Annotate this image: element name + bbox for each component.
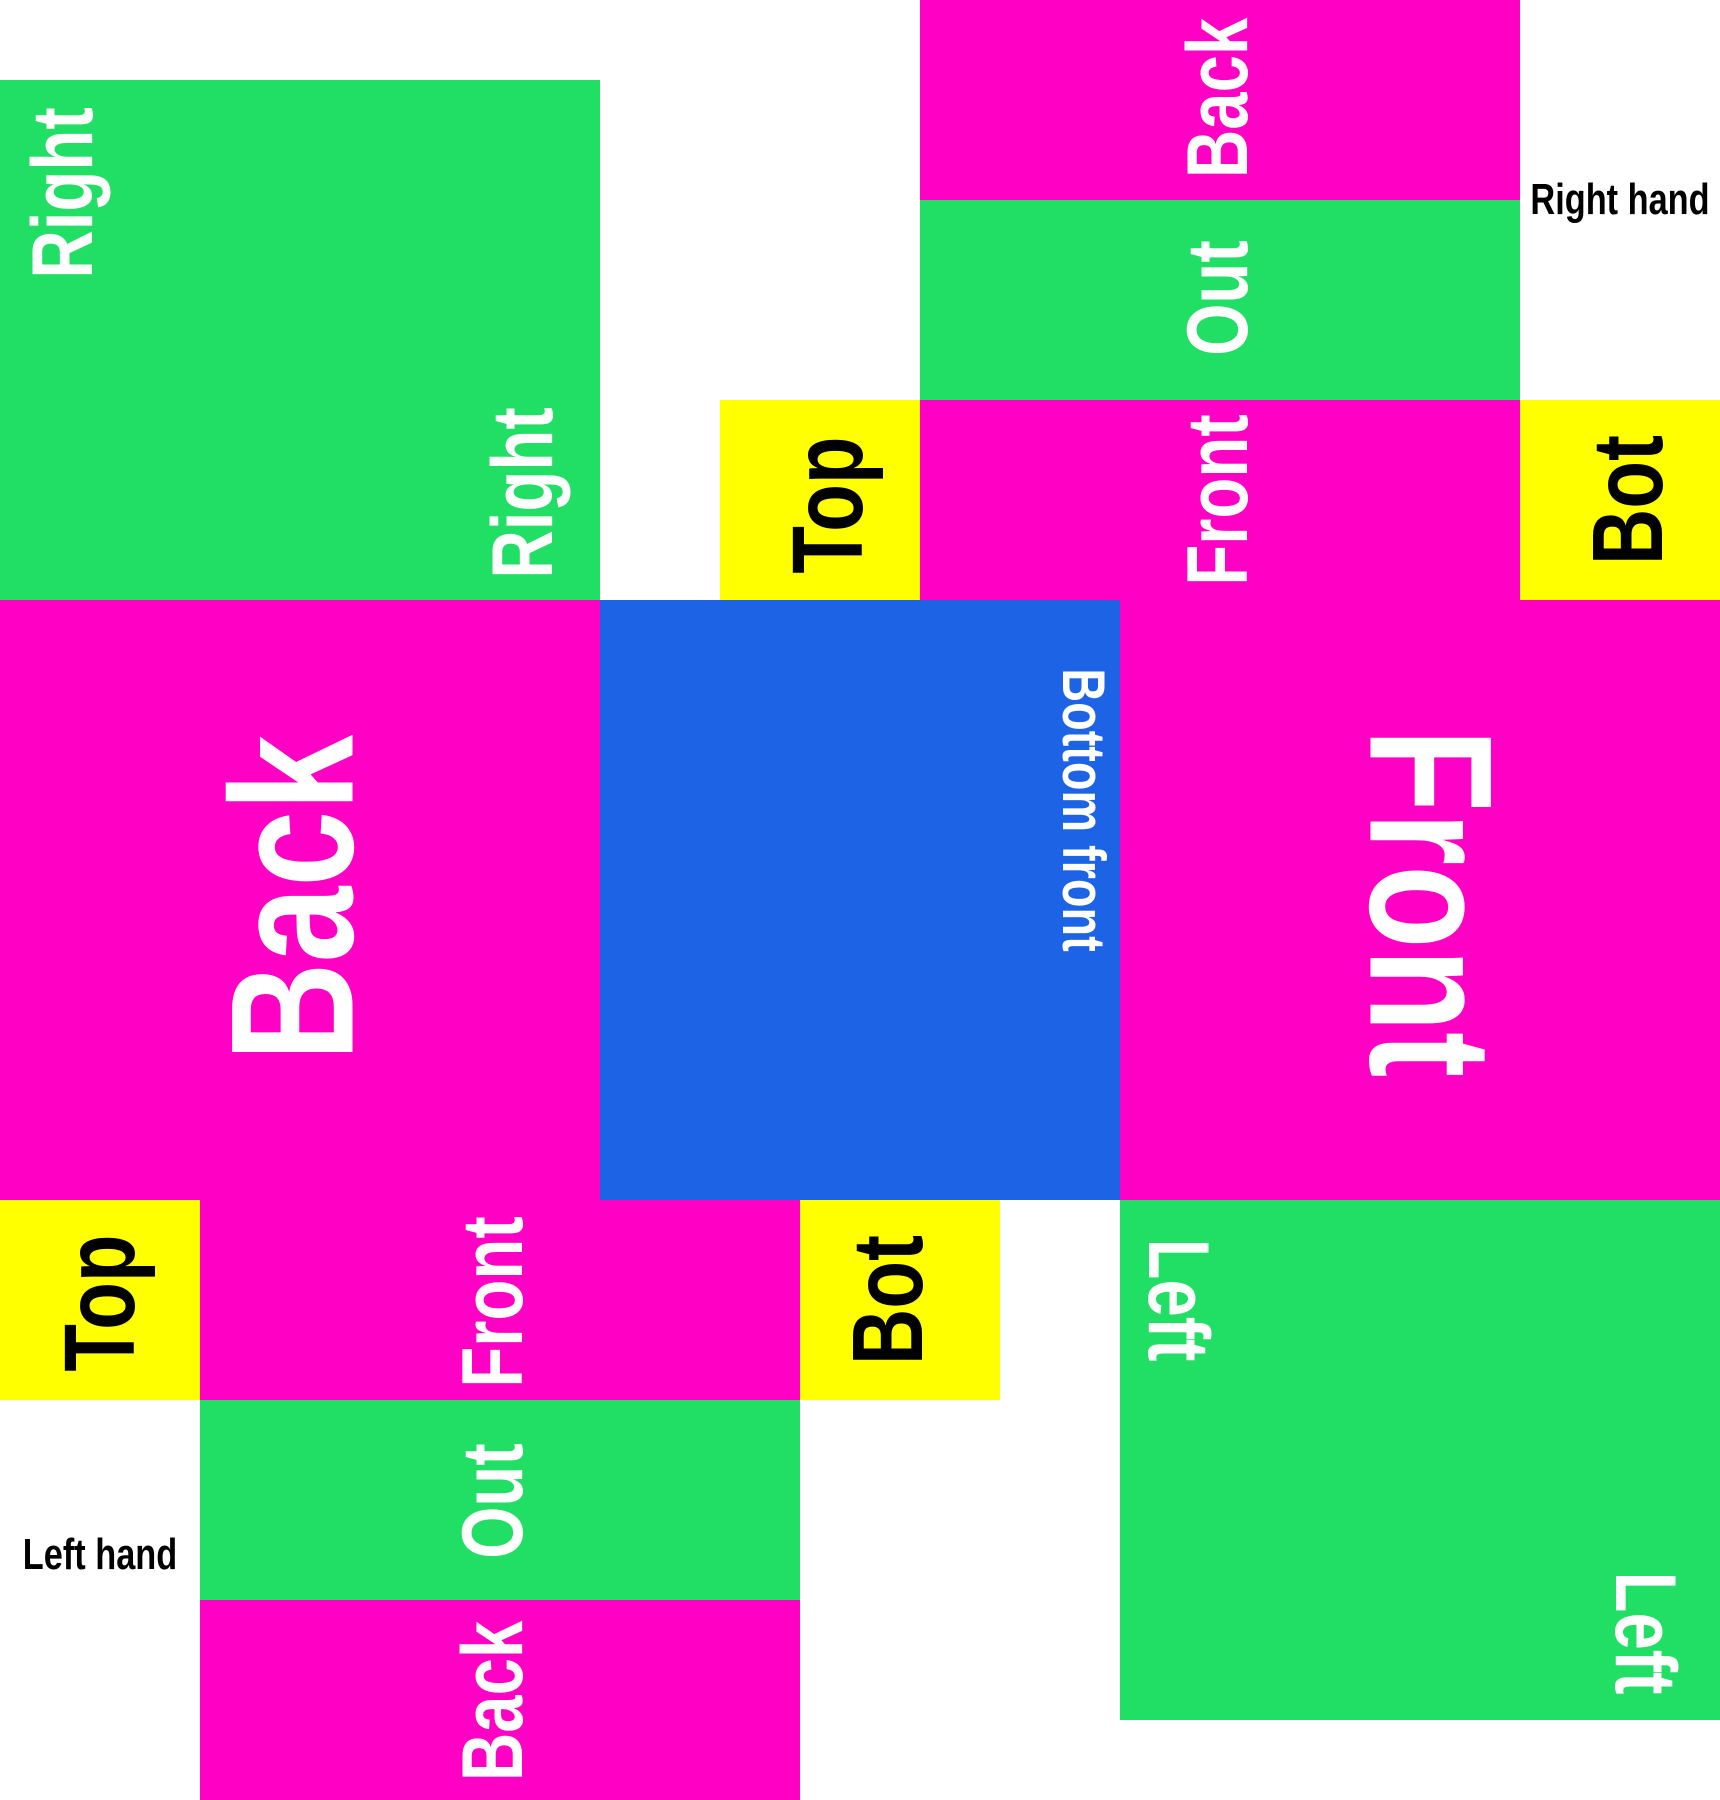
- left-label-top: Left: [1130, 1238, 1226, 1362]
- left-hand-label: Left hand: [22, 1530, 178, 1579]
- out-flap-label-top: Out: [1170, 240, 1266, 356]
- box-net-diagram: Right Right Back Right hand Out Top Fron…: [0, 0, 1720, 1800]
- left-label-bottom: Left: [1597, 1571, 1693, 1695]
- right-label-top: Right: [15, 107, 111, 279]
- bottom-panel: [600, 600, 1120, 1200]
- back-flap-label-top: Back: [1170, 17, 1266, 179]
- right-label-bottom: Right: [475, 407, 571, 579]
- front-label-main: Front: [1332, 728, 1528, 1078]
- back-label-main: Back: [195, 734, 391, 1062]
- bottom-front-label: Bottom front: [1050, 668, 1117, 952]
- top-tab-label-top: Top: [772, 436, 884, 574]
- right-hand-label: Right hand: [1530, 175, 1710, 224]
- back-flap-label-bottom: Back: [445, 1620, 541, 1782]
- front-flap-label-top: Front: [1170, 414, 1266, 586]
- top-tab-label-bottom: Top: [44, 1234, 156, 1372]
- bot-tab-label-bottom: Bot: [832, 1235, 944, 1365]
- front-flap-label-bottom: Front: [445, 1216, 541, 1388]
- out-flap-label-bottom: Out: [445, 1443, 541, 1559]
- bot-tab-label-top: Bot: [1572, 435, 1684, 565]
